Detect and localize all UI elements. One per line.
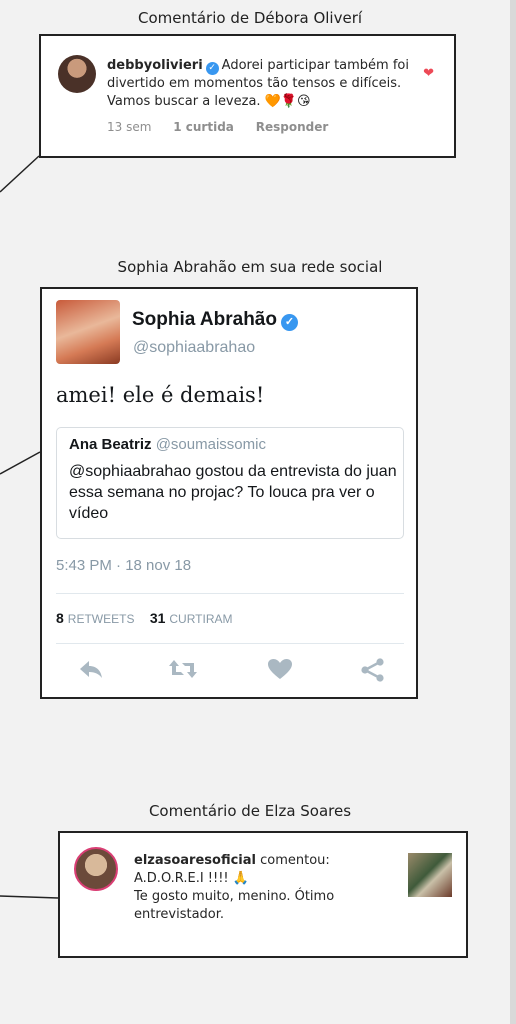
share-icon[interactable] bbox=[358, 658, 388, 688]
quoted-author: Ana Beatriz @soumaissomic bbox=[69, 436, 266, 453]
like-heart-icon[interactable] bbox=[265, 658, 295, 688]
author-name-text: Sophia Abrahão bbox=[132, 309, 277, 330]
retweets-count: 8 bbox=[56, 610, 64, 626]
quoted-name: Ana Beatriz bbox=[69, 436, 152, 453]
comment-line2: Te gosto muito, menino. Ótimo entrevista… bbox=[134, 889, 335, 922]
caption-elza: Comentário de Elza Soares bbox=[148, 802, 352, 820]
retweets-label[interactable]: RETWEETS bbox=[68, 612, 135, 626]
comment-line1: A.D.O.R.E.I !!!! 🙏 bbox=[134, 871, 249, 886]
caption-debora: Comentário de Débora Oliverí bbox=[137, 9, 363, 27]
comment-action: comentou: bbox=[260, 853, 330, 868]
verified-icon: ✓ bbox=[280, 314, 298, 331]
reply-icon[interactable] bbox=[76, 658, 106, 688]
tweet-author-name[interactable]: Sophia Abrahão ✓ bbox=[132, 309, 301, 331]
likes-label[interactable]: CURTIRAM bbox=[169, 612, 232, 626]
caption-sophia: Sophia Abrahão em sua rede social bbox=[117, 258, 383, 276]
comment-meta: 13 sem 1 curtida Responder bbox=[107, 120, 346, 134]
instagram-comment-debora: debbyolivieri ✓ Adorei participar também f… bbox=[39, 34, 456, 158]
comment-username[interactable]: debbyolivieri bbox=[107, 58, 203, 73]
retweet-icon[interactable] bbox=[168, 658, 198, 688]
comment-body: debbyolivieri ✓ Adorei participar também f… bbox=[107, 57, 417, 111]
verified-icon: ✓ bbox=[205, 62, 219, 75]
reply-button[interactable]: Responder bbox=[256, 120, 329, 134]
divider bbox=[56, 593, 404, 594]
page-edge bbox=[510, 0, 516, 1024]
quoted-tweet[interactable]: Ana Beatriz @soumaissomic @sophiaabrahao… bbox=[56, 427, 404, 539]
comment-likes[interactable]: 1 curtida bbox=[173, 120, 234, 134]
avatar[interactable] bbox=[58, 55, 96, 93]
avatar[interactable] bbox=[56, 300, 120, 364]
quoted-text: @sophiaabrahao gostou da entrevista do j… bbox=[69, 463, 397, 522]
instagram-comment-elza: elzasoaresoficial comentou: A.D.O.R.E.I … bbox=[58, 831, 468, 958]
tweet-card: Sophia Abrahão ✓ @sophiaabrahao amei! ele… bbox=[40, 287, 418, 699]
tweet-timestamp: 5:43 PM · 18 nov 18 bbox=[56, 557, 192, 574]
quoted-handle: @soumaissomic bbox=[155, 436, 266, 453]
comment-body: elzasoaresoficial comentou: A.D.O.R.E.I … bbox=[134, 852, 384, 924]
tweet-actions bbox=[56, 658, 404, 688]
avatar[interactable] bbox=[74, 847, 118, 891]
heart-icon[interactable]: ❤ bbox=[423, 66, 434, 81]
tweet-text: amei! ele é demais! bbox=[56, 383, 265, 407]
comment-username[interactable]: elzasoaresoficial bbox=[134, 853, 256, 868]
post-thumbnail[interactable] bbox=[408, 853, 452, 897]
tweet-author-handle[interactable]: @sophiaabrahao bbox=[133, 339, 255, 357]
tweet-stats: 8 RETWEETS 31 CURTIRAM bbox=[56, 610, 233, 626]
divider bbox=[56, 643, 404, 644]
comment-time: 13 sem bbox=[107, 120, 152, 134]
likes-count: 31 bbox=[149, 610, 166, 626]
